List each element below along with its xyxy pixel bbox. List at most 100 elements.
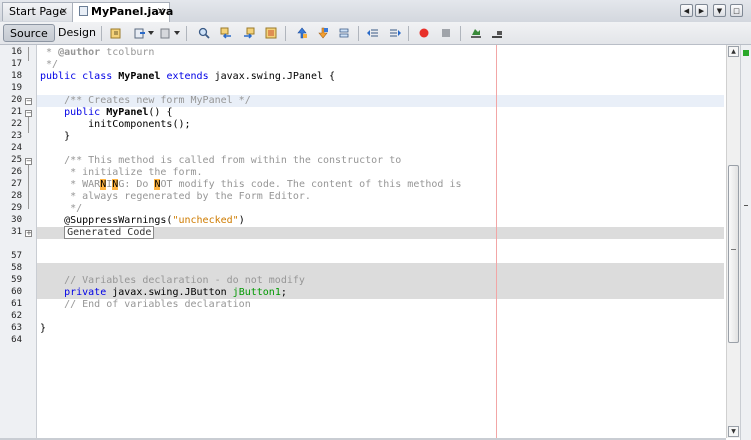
code-token: // End of variables declaration xyxy=(40,299,251,310)
line-number: 18 xyxy=(11,71,22,81)
code-line[interactable]: /** Creates new form MyPanel */ xyxy=(40,95,251,107)
line-number: 27 xyxy=(11,179,22,189)
code-line[interactable]: Generated Code xyxy=(40,226,155,239)
scrollbar-thumb[interactable] xyxy=(728,165,739,343)
code-editor[interactable]: 16 17 18 19 20 21 22 23 24 25 26 27 28 2… xyxy=(0,45,740,440)
line-number: 17 xyxy=(11,59,22,69)
palette-icon[interactable] xyxy=(470,27,482,39)
line-number: 26 xyxy=(11,167,22,177)
code-line[interactable]: */ xyxy=(40,59,58,71)
close-icon[interactable]: × xyxy=(60,3,68,21)
code-line[interactable]: public MyPanel() { xyxy=(40,107,172,119)
stop-macro-icon[interactable] xyxy=(440,27,452,39)
find-icon[interactable] xyxy=(198,27,210,39)
shift-left-icon[interactable] xyxy=(367,27,379,39)
code-token: @SuppressWarnings( xyxy=(40,215,173,226)
code-line[interactable]: * initialize the form. xyxy=(40,167,203,179)
scroll-tabs-left-icon[interactable]: ◀ xyxy=(680,4,693,17)
toolbar-separator xyxy=(408,26,409,41)
line-number: 21 xyxy=(11,107,22,117)
code-token: /** Creates new form MyPanel */ xyxy=(40,95,251,106)
code-token: "unchecked" xyxy=(172,215,239,226)
code-token: () { xyxy=(148,107,173,118)
code-line[interactable]: public class MyPanel extends javax.swing… xyxy=(40,71,335,83)
toolbar-separator xyxy=(358,26,359,41)
fold-guide xyxy=(28,117,29,133)
line-number: 20 xyxy=(11,95,22,105)
code-token: ) xyxy=(238,215,245,226)
prev-occurrence-icon[interactable] xyxy=(220,27,232,39)
code-token: MyPanel xyxy=(106,107,149,118)
collapse-fold-icon[interactable]: − xyxy=(25,158,32,165)
code-line[interactable]: /** This method is called from within th… xyxy=(40,155,401,167)
code-line[interactable]: // Variables declaration - do not modify xyxy=(40,275,305,287)
line-number: 63 xyxy=(11,323,22,333)
line-number: 16 xyxy=(11,47,22,57)
chevron-down-icon[interactable] xyxy=(148,31,154,36)
code-line[interactable]: * @author tcolburn xyxy=(40,47,154,59)
right-margin-guide xyxy=(496,45,497,440)
status-ok-icon xyxy=(743,50,749,56)
line-number: 62 xyxy=(11,311,22,321)
close-icon[interactable]: × xyxy=(157,3,165,21)
source-button[interactable]: Source xyxy=(3,24,55,42)
history-icon[interactable] xyxy=(110,27,122,39)
code-line[interactable]: * always regenerated by the Form Editor. xyxy=(40,191,311,203)
chevron-down-icon[interactable] xyxy=(174,31,180,36)
forward-icon[interactable] xyxy=(160,27,172,39)
code-token: * WAR xyxy=(40,179,101,190)
toolbar-separator xyxy=(460,26,461,41)
next-bookmark-icon[interactable] xyxy=(317,27,329,39)
tab-start-page[interactable]: Start Page × xyxy=(2,2,73,21)
grip-icon xyxy=(731,249,736,250)
scroll-up-icon[interactable]: ▲ xyxy=(728,46,739,57)
code-token: public xyxy=(40,107,107,118)
scroll-down-icon[interactable]: ▼ xyxy=(728,426,739,437)
line-number: 23 xyxy=(11,131,22,141)
code-token: OT modify this code. The content of this… xyxy=(160,179,462,190)
record-macro-icon[interactable] xyxy=(418,27,430,39)
fold-guide xyxy=(28,165,29,209)
collapse-fold-icon[interactable]: − xyxy=(25,98,32,105)
toggle-highlight-icon[interactable] xyxy=(265,27,277,39)
error-stripe[interactable] xyxy=(740,45,751,440)
collapse-fold-icon[interactable]: − xyxy=(25,110,32,117)
line-number: 25 xyxy=(11,155,22,165)
code-line[interactable]: * WARNING: Do NOT modify this code. The … xyxy=(40,179,462,191)
code-line[interactable]: initComponents(); xyxy=(40,119,190,131)
code-line[interactable]: */ xyxy=(40,203,82,215)
maximize-window-icon[interactable]: □ xyxy=(730,4,743,17)
line-number: 58 xyxy=(11,263,22,273)
prev-bookmark-icon[interactable] xyxy=(296,27,308,39)
code-token: @author xyxy=(58,47,101,58)
show-opened-documents-icon[interactable]: ▼ xyxy=(713,4,726,17)
code-token: * xyxy=(40,47,59,58)
toggle-bookmark-icon[interactable] xyxy=(338,27,350,39)
line-number: 61 xyxy=(11,299,22,309)
code-token: * initialize the form. xyxy=(40,167,203,178)
line-number: 30 xyxy=(11,215,22,225)
scroll-tabs-right-icon[interactable]: ▶ xyxy=(695,4,708,17)
code-token: // Variables declaration - do not modify xyxy=(40,275,305,286)
code-line[interactable]: private javax.swing.JButton jButton1; xyxy=(40,287,287,299)
tab-mypanel-java[interactable]: MyPanel.java × xyxy=(72,2,173,22)
generated-code-fold[interactable]: Generated Code xyxy=(64,226,155,239)
code-token: ; xyxy=(280,287,287,298)
back-icon[interactable] xyxy=(134,27,146,39)
toolbar-separator xyxy=(101,26,102,41)
code-line[interactable]: } xyxy=(40,323,46,335)
vertical-scrollbar[interactable]: ▲ ▼ xyxy=(726,45,740,438)
shift-right-icon[interactable] xyxy=(389,27,401,39)
code-line[interactable]: } xyxy=(40,131,70,143)
code-line[interactable]: // End of variables declaration xyxy=(40,299,251,311)
code-token: */ xyxy=(40,203,83,214)
line-number: 28 xyxy=(11,191,22,201)
expand-fold-icon[interactable]: + xyxy=(25,230,32,237)
next-occurrence-icon[interactable] xyxy=(243,27,255,39)
properties-icon[interactable] xyxy=(491,27,503,39)
line-number: 64 xyxy=(11,335,22,345)
line-number: 57 xyxy=(11,251,22,261)
design-button[interactable]: Design xyxy=(52,24,102,42)
line-number: 19 xyxy=(11,83,22,93)
